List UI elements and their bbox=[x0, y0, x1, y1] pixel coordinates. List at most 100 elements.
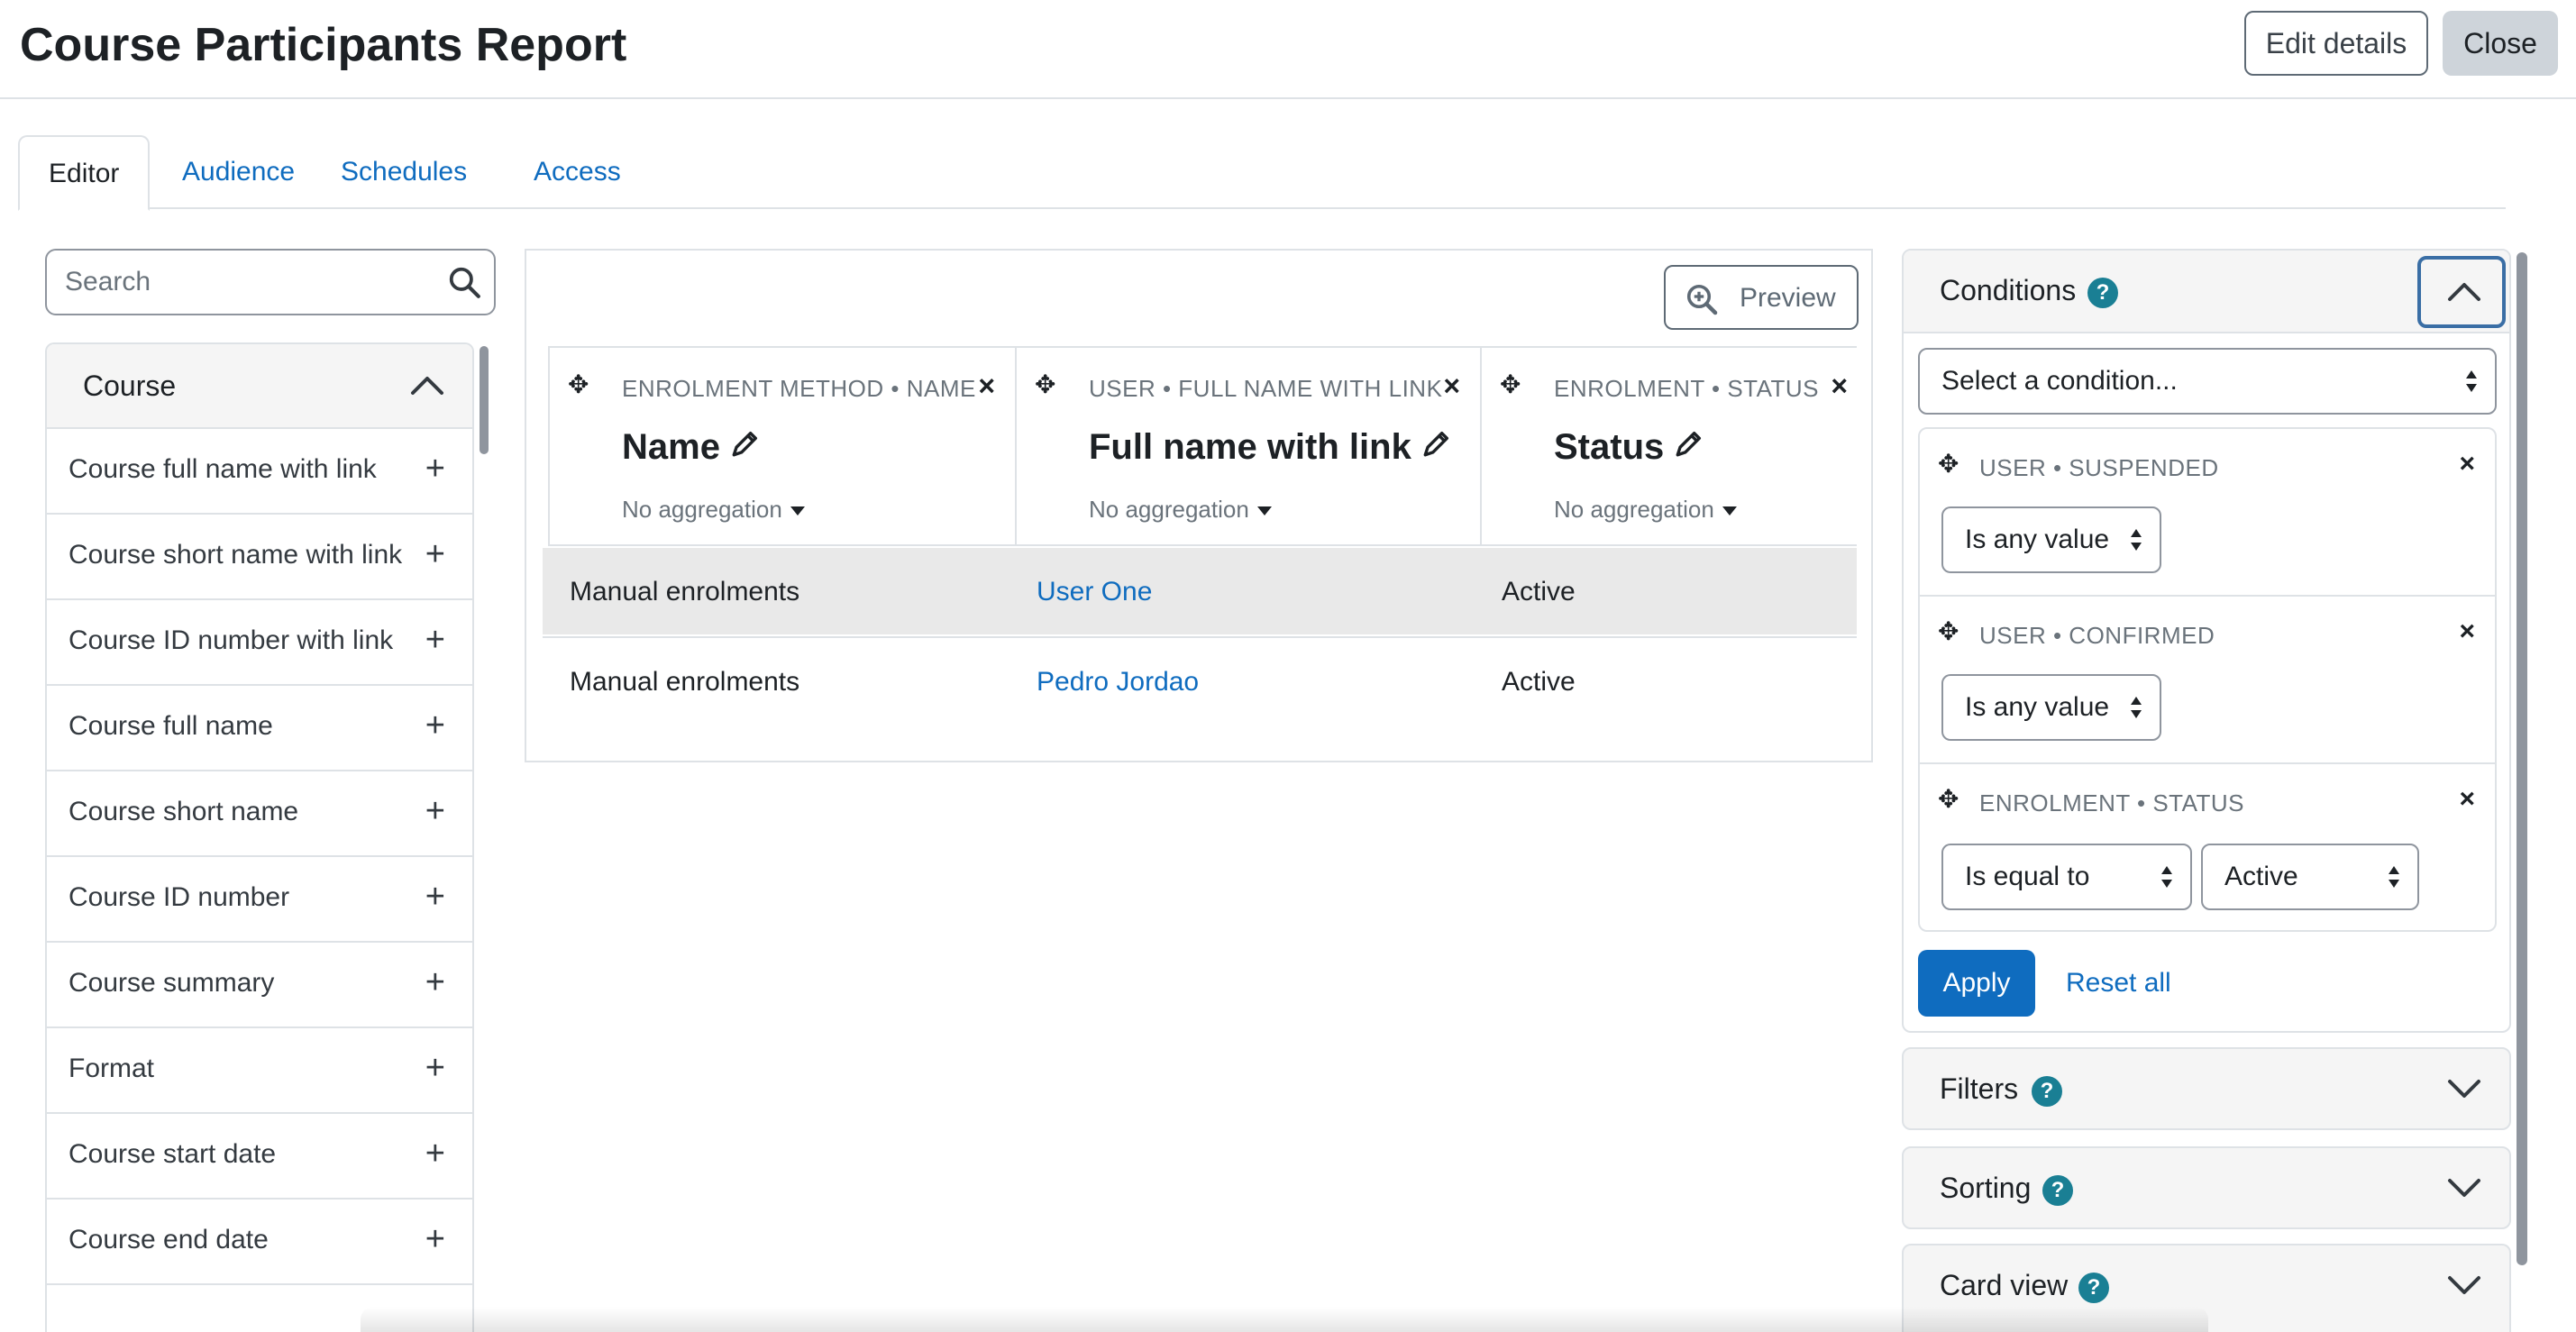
pencil-icon[interactable] bbox=[730, 428, 761, 459]
user-link[interactable]: Pedro Jordao bbox=[1037, 667, 1199, 698]
course-section-title: Course bbox=[83, 369, 177, 402]
sorting-card[interactable]: Sorting ? bbox=[1902, 1146, 2511, 1229]
table-row: Manual enrolments User One Active bbox=[543, 548, 1857, 634]
column-title[interactable]: Name bbox=[622, 427, 761, 468]
pencil-icon[interactable] bbox=[1421, 428, 1452, 459]
field-item[interactable]: Course ID number + bbox=[47, 857, 472, 943]
move-icon[interactable]: ✥ bbox=[1938, 784, 1959, 814]
search-input[interactable] bbox=[65, 251, 443, 314]
add-icon[interactable]: + bbox=[425, 964, 445, 1000]
pencil-icon[interactable] bbox=[1674, 428, 1704, 459]
condition-value: Active bbox=[2224, 862, 2298, 891]
collapse-conditions-button[interactable] bbox=[2417, 256, 2506, 328]
add-icon[interactable]: + bbox=[425, 879, 445, 915]
condition-item: ✥ USER • SUSPENDED × Is any value bbox=[1920, 429, 2495, 597]
field-item[interactable]: Course ID number with link + bbox=[47, 600, 472, 686]
field-label: Course start date bbox=[69, 1139, 277, 1169]
remove-column-icon[interactable]: × bbox=[1443, 369, 1460, 403]
remove-condition-icon[interactable]: × bbox=[2459, 616, 2475, 647]
chevron-up-icon[interactable] bbox=[409, 371, 445, 398]
condition-select[interactable]: Select a condition... bbox=[1918, 348, 2497, 415]
table-row: Manual enrolments Pedro Jordao Active bbox=[543, 636, 1857, 723]
add-icon[interactable]: + bbox=[425, 1136, 445, 1172]
report-table-card: Preview ✥ ENROLMENT METHOD • NAME × Name… bbox=[525, 249, 1873, 762]
search-icon[interactable] bbox=[447, 265, 481, 299]
user-link[interactable]: User One bbox=[1037, 577, 1152, 607]
remove-column-icon[interactable]: × bbox=[1831, 369, 1848, 403]
condition-source: USER • CONFIRMED bbox=[1979, 622, 2215, 649]
apply-button[interactable]: Apply bbox=[1918, 950, 2035, 1017]
move-icon[interactable]: ✥ bbox=[568, 369, 589, 399]
page-scrollbar[interactable] bbox=[2517, 252, 2527, 1265]
aggregation-select[interactable]: No aggregation bbox=[1554, 496, 1739, 524]
operator-value: Is any value bbox=[1965, 692, 2110, 722]
column-header-name: ✥ ENROLMENT METHOD • NAME × Name No aggr… bbox=[548, 348, 1015, 546]
add-icon[interactable]: + bbox=[425, 622, 445, 658]
edit-details-button[interactable]: Edit details bbox=[2244, 11, 2428, 76]
chevron-down-icon[interactable] bbox=[2446, 1076, 2482, 1101]
field-item[interactable]: Course full name + bbox=[47, 686, 472, 771]
course-section-header[interactable]: Course bbox=[47, 344, 472, 429]
sidebar-scrollbar[interactable] bbox=[480, 346, 489, 454]
field-label: Course short name with link bbox=[69, 540, 403, 570]
column-source: ENROLMENT • STATUS bbox=[1554, 375, 1820, 402]
search-box bbox=[45, 249, 496, 315]
add-icon[interactable]: + bbox=[425, 536, 445, 572]
help-icon[interactable]: ? bbox=[2032, 1076, 2062, 1107]
add-icon[interactable]: + bbox=[425, 451, 445, 487]
preview-button[interactable]: Preview bbox=[1664, 265, 1859, 330]
remove-column-icon[interactable]: × bbox=[978, 369, 995, 403]
table-cell: Manual enrolments bbox=[570, 577, 800, 607]
page-title: Course Participants Report bbox=[20, 19, 627, 71]
aggregation-select[interactable]: No aggregation bbox=[622, 496, 807, 524]
column-title[interactable]: Full name with link bbox=[1089, 427, 1452, 468]
condition-source: USER • SUSPENDED bbox=[1979, 454, 2219, 481]
field-list-card: Course Course full name with link + Cours… bbox=[45, 342, 474, 1332]
reset-all-link[interactable]: Reset all bbox=[2066, 968, 2171, 999]
field-item[interactable]: Course end date + bbox=[47, 1200, 472, 1285]
tab-schedules[interactable]: Schedules bbox=[312, 135, 496, 209]
add-icon[interactable]: + bbox=[425, 793, 445, 829]
sorting-title: Sorting bbox=[1940, 1172, 2032, 1204]
field-item[interactable]: Course full name with link + bbox=[47, 429, 472, 515]
add-icon[interactable]: + bbox=[425, 1050, 445, 1086]
field-item[interactable]: Course short name with link + bbox=[47, 515, 472, 600]
help-icon[interactable]: ? bbox=[2042, 1175, 2073, 1206]
sort-arrows-icon bbox=[2389, 866, 2399, 888]
chevron-down-icon[interactable] bbox=[2446, 1175, 2482, 1200]
value-select[interactable]: Active bbox=[2201, 844, 2419, 910]
chevron-down-icon[interactable] bbox=[2446, 1273, 2482, 1298]
help-icon[interactable]: ? bbox=[2087, 278, 2118, 308]
remove-condition-icon[interactable]: × bbox=[2459, 449, 2475, 479]
field-item[interactable]: Course summary + bbox=[47, 943, 472, 1028]
field-item[interactable]: Course start date + bbox=[47, 1114, 472, 1200]
operator-select[interactable]: Is equal to bbox=[1941, 844, 2192, 910]
move-icon[interactable]: ✥ bbox=[1035, 369, 1055, 399]
column-header-full-name: ✥ USER • FULL NAME WITH LINK × Full name… bbox=[1015, 348, 1480, 546]
tab-access[interactable]: Access bbox=[505, 135, 650, 209]
condition-select-value: Select a condition... bbox=[1941, 366, 2178, 396]
filters-card[interactable]: Filters ? bbox=[1902, 1047, 2511, 1130]
add-icon[interactable]: + bbox=[425, 707, 445, 744]
remove-condition-icon[interactable]: × bbox=[2459, 784, 2475, 815]
caret-down-icon bbox=[1257, 506, 1273, 515]
move-icon[interactable]: ✥ bbox=[1938, 449, 1959, 479]
move-icon[interactable]: ✥ bbox=[1938, 616, 1959, 646]
condition-source: ENROLMENT • STATUS bbox=[1979, 789, 2245, 817]
tab-editor[interactable]: Editor bbox=[18, 135, 151, 211]
field-item[interactable]: Course short name + bbox=[47, 771, 472, 857]
tab-audience[interactable]: Audience bbox=[153, 135, 324, 209]
operator-value: Is equal to bbox=[1965, 862, 2090, 891]
help-icon[interactable]: ? bbox=[2078, 1273, 2109, 1303]
close-button[interactable]: Close bbox=[2443, 11, 2558, 76]
aggregation-select[interactable]: No aggregation bbox=[1089, 496, 1274, 524]
filters-title: Filters bbox=[1940, 1072, 2019, 1105]
add-icon[interactable]: + bbox=[425, 1221, 445, 1257]
field-label: Course end date bbox=[69, 1225, 269, 1254]
operator-select[interactable]: Is any value bbox=[1941, 674, 2161, 741]
move-icon[interactable]: ✥ bbox=[1500, 369, 1521, 399]
chevron-up-icon bbox=[2448, 283, 2480, 301]
operator-select[interactable]: Is any value bbox=[1941, 506, 2161, 573]
column-title[interactable]: Status bbox=[1554, 427, 1704, 468]
field-item[interactable]: Format + bbox=[47, 1028, 472, 1114]
